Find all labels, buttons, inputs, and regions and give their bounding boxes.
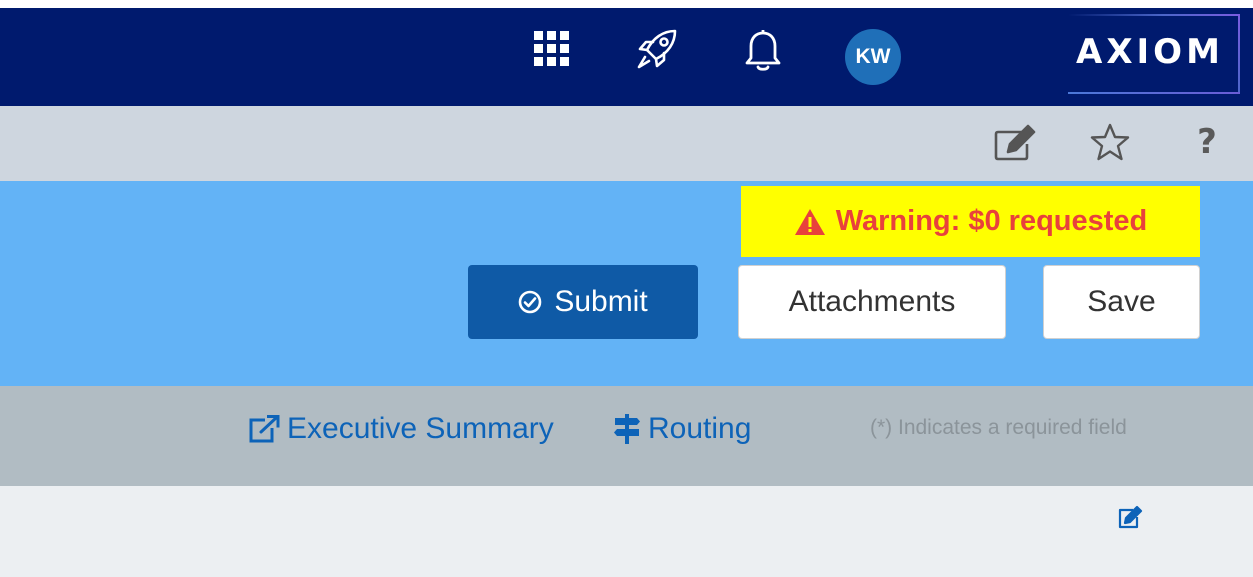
submit-button[interactable]: Submit <box>468 265 698 339</box>
warning-text: Warning: $0 requested <box>835 205 1148 237</box>
edit-document-icon[interactable] <box>990 122 1040 162</box>
save-button[interactable]: Save <box>1043 265 1200 339</box>
external-link-icon <box>247 414 281 444</box>
help-label: ? <box>1197 122 1217 162</box>
apps-grid-icon[interactable] <box>526 24 578 74</box>
attachments-button[interactable]: Attachments <box>738 265 1006 339</box>
save-label: Save <box>1087 285 1156 318</box>
bell-icon[interactable] <box>736 24 790 74</box>
signpost-icon <box>612 413 642 445</box>
routing-link[interactable]: Routing <box>612 406 751 452</box>
warning-badge: Warning: $0 requested <box>741 186 1200 257</box>
submit-label: Submit <box>554 285 648 318</box>
required-field-note: (*) Indicates a required field <box>870 416 1127 439</box>
executive-summary-label: Executive Summary <box>287 412 554 445</box>
top-strip <box>0 0 1253 8</box>
user-avatar[interactable]: KW <box>845 29 901 85</box>
edit-icon[interactable] <box>1114 502 1146 532</box>
avatar-initials: KW <box>855 45 891 68</box>
logo-text: AXIOM <box>1076 32 1224 72</box>
top-navbar <box>0 8 1253 106</box>
star-icon[interactable] <box>1087 122 1133 162</box>
rocket-icon[interactable] <box>630 24 686 74</box>
executive-summary-link[interactable]: Executive Summary <box>247 406 554 452</box>
check-circle-icon <box>518 290 542 314</box>
content-area <box>0 486 1253 577</box>
axiom-logo: AXIOM <box>1068 14 1240 94</box>
routing-label: Routing <box>648 412 752 445</box>
attachments-label: Attachments <box>788 285 956 318</box>
help-icon[interactable]: ? <box>1188 122 1226 162</box>
sub-toolbar <box>0 106 1253 181</box>
warning-icon <box>794 208 826 236</box>
